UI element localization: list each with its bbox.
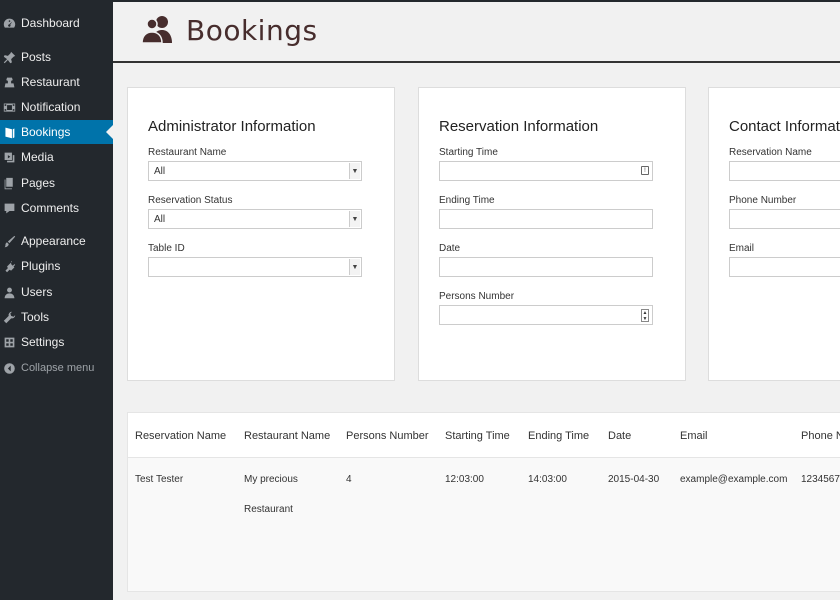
email-label: Email: [729, 243, 755, 254]
sidebar-item-label: Notification: [21, 100, 81, 114]
starting-time-input[interactable]: !: [439, 161, 653, 181]
sidebar-item-appearance[interactable]: Appearance: [0, 229, 113, 253]
cell-email: example@example.com: [680, 474, 788, 485]
cell-reservation-name: Test Tester: [135, 474, 184, 485]
sidebar-item-label: Bookings: [21, 125, 71, 139]
spinner-icon[interactable]: ▲ ▼: [641, 309, 649, 322]
comment-icon: [2, 201, 16, 215]
sidebar-item-label: Tools: [21, 310, 50, 324]
sidebar-item-label: Restaurant: [21, 75, 80, 89]
page-header: Bookings: [113, 0, 840, 63]
sidebar-item-comments[interactable]: Comments: [0, 196, 113, 220]
column-header[interactable]: Phone N: [801, 430, 840, 442]
dashboard-icon: [2, 16, 16, 30]
sidebar-item-tools[interactable]: Tools: [0, 305, 113, 329]
chef-icon: [2, 75, 16, 89]
cell-restaurant-name: Restaurant: [244, 504, 293, 515]
date-label: Date: [439, 243, 461, 254]
sidebar-item-label: Media: [21, 150, 54, 164]
cell-persons-number: 4: [346, 474, 352, 485]
reservation-name-input[interactable]: [729, 161, 840, 181]
sidebar-item-posts[interactable]: Posts: [0, 45, 113, 69]
restaurant-name-select[interactable]: All ▼: [148, 161, 362, 181]
reservation-info-title: Reservation Information: [439, 118, 599, 135]
persons-number-input[interactable]: ▲ ▼: [439, 305, 653, 325]
ending-time-input[interactable]: [439, 209, 653, 229]
sidebar-item-bookings[interactable]: Bookings: [0, 120, 113, 144]
cell-phone: 1234567: [801, 474, 840, 485]
book-icon: [2, 125, 16, 139]
cell-starting-time: 12:03:00: [445, 474, 484, 485]
collapse-menu-label: Collapse menu: [21, 362, 95, 374]
sidebar-item-plugins[interactable]: Plugins: [0, 254, 113, 278]
users-icon: [141, 16, 172, 44]
ending-time-label: Ending Time: [439, 195, 495, 206]
table-id-label: Table ID: [148, 243, 185, 254]
date-input[interactable]: [439, 257, 653, 277]
settings-icon: [2, 335, 16, 349]
sidebar-item-restaurant[interactable]: Restaurant: [0, 70, 113, 94]
reservation-status-label: Reservation Status: [148, 195, 233, 206]
column-header[interactable]: Email: [680, 430, 708, 442]
admin-info-title: Administrator Information: [148, 118, 316, 135]
contact-info-panel: Contact Information Reservation Name Pho…: [708, 87, 840, 381]
sidebar-item-label: Comments: [21, 201, 80, 215]
contact-info-title: Contact Information: [729, 118, 840, 135]
chevron-down-icon: ▼: [349, 211, 360, 227]
column-header[interactable]: Ending Time: [528, 430, 589, 442]
media-icon: [2, 150, 16, 164]
reservation-name-label: Reservation Name: [729, 147, 812, 158]
sidebar-item-label: Pages: [21, 176, 56, 190]
sidebar-item-label: Appearance: [21, 234, 86, 248]
restaurant-name-value: All: [154, 165, 166, 177]
sidebar-item-pages[interactable]: Pages: [0, 171, 113, 195]
collapse-icon: [2, 361, 16, 375]
page-title: Bookings: [186, 14, 318, 47]
cell-ending-time: 14:03:00: [528, 474, 567, 485]
cell-date: 2015-04-30: [608, 474, 660, 485]
column-header[interactable]: Reservation Name: [135, 430, 226, 442]
column-header[interactable]: Date: [608, 430, 631, 442]
film-icon: [2, 100, 16, 114]
column-header[interactable]: Restaurant Name: [244, 430, 330, 442]
bookings-table: Reservation Name Restaurant Name Persons…: [127, 412, 840, 592]
pages-icon: [2, 176, 16, 190]
reservation-info-panel: Reservation Information Starting Time ! …: [418, 87, 686, 381]
sidebar-item-label: Settings: [21, 335, 65, 349]
column-header[interactable]: Persons Number: [346, 430, 429, 442]
users-icon: [2, 285, 16, 299]
cell-restaurant-name: My precious: [244, 474, 298, 485]
sidebar-item-media[interactable]: Media: [0, 145, 113, 169]
restaurant-name-label: Restaurant Name: [148, 147, 227, 158]
sidebar-item-dashboard[interactable]: Dashboard: [0, 11, 113, 35]
collapse-menu-button[interactable]: Collapse menu: [0, 356, 113, 380]
table-id-select[interactable]: ▼: [148, 257, 362, 277]
chevron-down-icon: ▼: [349, 163, 360, 179]
clock-icon[interactable]: !: [641, 166, 649, 175]
phone-number-input[interactable]: [729, 209, 840, 229]
plugin-icon: [2, 259, 16, 273]
persons-number-label: Persons Number: [439, 291, 515, 302]
sidebar-item-users[interactable]: Users: [0, 280, 113, 304]
wrench-icon: [2, 310, 16, 324]
sidebar-item-label: Users: [21, 285, 53, 299]
email-input[interactable]: [729, 257, 840, 277]
sidebar-item-label: Dashboard: [21, 16, 80, 30]
column-header[interactable]: Starting Time: [445, 430, 510, 442]
brush-icon: [2, 234, 16, 248]
phone-number-label: Phone Number: [729, 195, 797, 206]
reservation-status-select[interactable]: All ▼: [148, 209, 362, 229]
pin-icon: [2, 50, 16, 64]
admin-info-panel: Administrator Information Restaurant Nam…: [127, 87, 395, 381]
admin-sidebar: Dashboard Posts Restaurant Notification …: [0, 0, 113, 600]
starting-time-label: Starting Time: [439, 147, 498, 158]
sidebar-item-label: Posts: [21, 50, 52, 64]
sidebar-item-settings[interactable]: Settings: [0, 330, 113, 354]
reservation-status-value: All: [154, 213, 166, 225]
sidebar-item-notification[interactable]: Notification: [0, 95, 113, 119]
chevron-down-icon: ▼: [349, 259, 360, 275]
sidebar-item-label: Plugins: [21, 259, 61, 273]
table-header: Reservation Name Restaurant Name Persons…: [128, 413, 840, 458]
